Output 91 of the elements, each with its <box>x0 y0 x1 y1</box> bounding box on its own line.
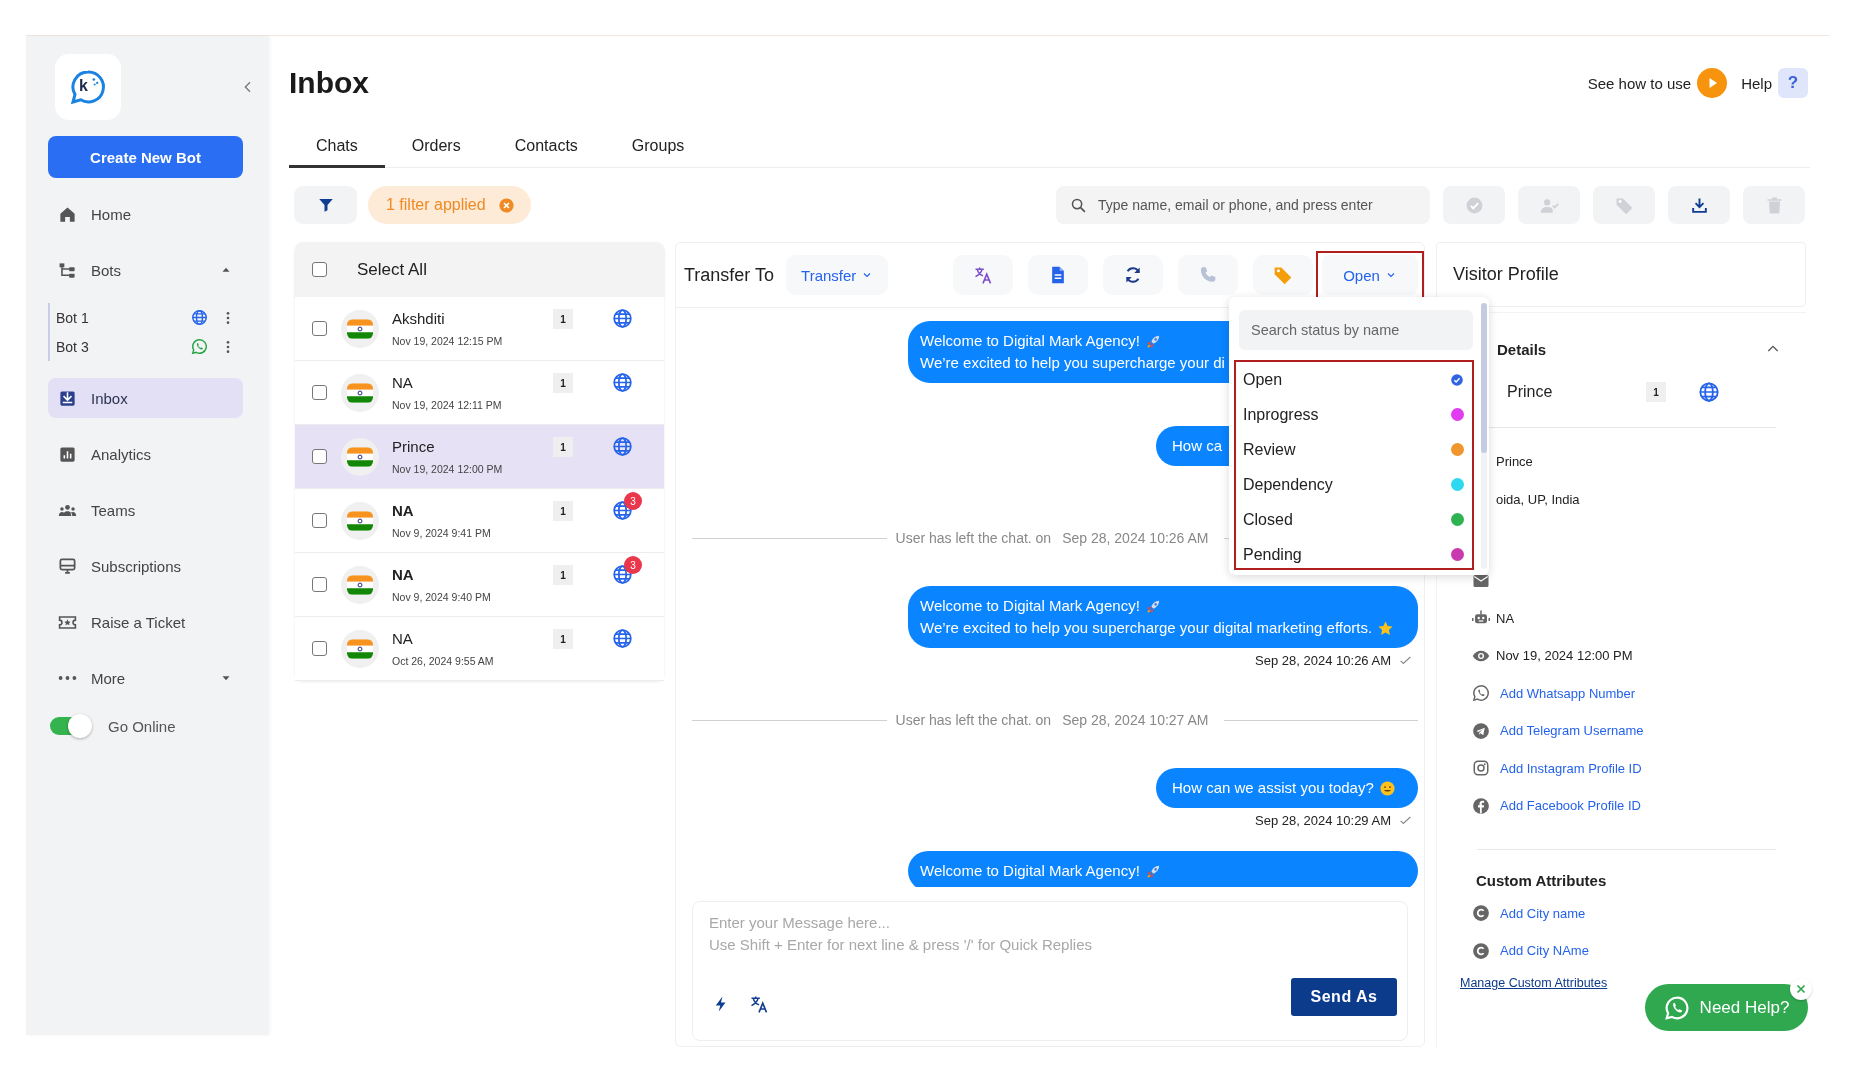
create-bot-button[interactable]: Create New Bot <box>48 136 243 178</box>
conversation-row[interactable]: NA Nov 9, 2024 9:41 PM 1 3 <box>295 489 664 553</box>
timestamp: Nov 9, 2024 9:41 PM <box>392 527 492 539</box>
nav-item[interactable]: Analytics <box>48 434 243 474</box>
message-text: How can we assist you today? <box>1172 778 1374 798</box>
count-badge: 1 <box>553 501 573 521</box>
conversation-row[interactable]: NA Nov 19, 2024 12:11 PM 1 <box>295 361 664 425</box>
count-badge: 1 <box>553 565 573 585</box>
nav-item[interactable]: Teams <box>48 490 243 530</box>
select-all-label: Select All <box>357 259 427 280</box>
composer-box[interactable]: Enter your Message here... Use Shift + Enter for next line & press '/' for Quick Replies Send As <box>692 901 1408 1041</box>
status-option[interactable]: Open <box>1243 362 1464 397</box>
profile-link[interactable]: Add Telegram Username <box>1500 723 1644 739</box>
unread-badge: 3 <box>624 556 642 574</box>
timestamp: Nov 19, 2024 12:15 PM <box>392 335 504 347</box>
event-text: User has left the chat. on <box>895 530 1052 546</box>
bot-name[interactable]: Bot 1 <box>56 309 191 326</box>
count-badge: 1 <box>553 373 573 393</box>
status-option[interactable]: Dependency <box>1243 467 1464 502</box>
message-text: Welcome to Digital Mark Agency! <box>920 596 1140 616</box>
conversation-row[interactable]: Akshditi Nov 19, 2024 12:15 PM 1 <box>295 297 664 361</box>
nav-item[interactable]: Raise a Ticket <box>48 602 243 642</box>
section-title: Custom Attributes <box>1476 871 1608 889</box>
contact-name: NA <box>392 374 414 391</box>
search-input[interactable]: Type name, email or phone, and press enter <box>1096 196 1416 214</box>
tab[interactable]: Contacts <box>487 126 605 168</box>
count-badge: 1 <box>1646 382 1666 402</box>
timestamp: Nov 19, 2024 12:11 PM <box>392 399 503 411</box>
nav-item[interactable]: More <box>48 658 243 698</box>
profile-link[interactable]: Add Instagram Profile ID <box>1500 760 1642 776</box>
status-dropdown[interactable]: Open <box>1322 255 1418 295</box>
contact-name: NA <box>392 566 415 583</box>
contact-name: NA <box>392 502 415 519</box>
timestamp: Nov 19, 2024 12:00 PM <box>392 463 504 475</box>
unread-badge: 3 <box>624 492 642 510</box>
count-badge: 1 <box>553 309 573 329</box>
field-value: oida, UP, India <box>1496 491 1580 507</box>
profile-link[interactable]: Add City NAme <box>1500 943 1589 959</box>
transfer-label: Transfer To <box>684 264 775 286</box>
message-text: How ca <box>1172 436 1223 456</box>
nav-item[interactable]: Subscriptions <box>48 546 243 586</box>
send-button[interactable]: Send As <box>1291 978 1397 1016</box>
search-field[interactable]: Type name, email or phone, and press enter <box>1056 186 1430 224</box>
status-option[interactable]: Closed <box>1243 502 1464 537</box>
profile-link[interactable]: Add City name <box>1500 905 1586 921</box>
status-option[interactable]: Review <box>1243 432 1464 467</box>
message-text: Welcome to Digital Mark Agency! <box>920 331 1140 351</box>
field-value: NA <box>1496 610 1515 626</box>
message-time: Sep 28, 2024 10:29 AM <box>1255 812 1391 828</box>
nav-item[interactable]: Home <box>48 194 243 234</box>
help-link[interactable]: Help ? <box>1741 68 1808 98</box>
panel-title: Visitor Profile <box>1453 264 1559 285</box>
contact-name: NA <box>392 630 414 647</box>
count-badge: 1 <box>553 629 573 649</box>
page-title: Inbox <box>289 66 369 100</box>
field-value: Nov 19, 2024 12:00 PM <box>1496 648 1633 664</box>
transfer-dropdown[interactable]: Transfer <box>786 255 889 295</box>
how-to-link[interactable]: See how to use <box>1587 68 1728 98</box>
section-title: Details <box>1497 340 1547 358</box>
conversation-row[interactable]: NA Nov 9, 2024 9:40 PM 1 3 <box>295 553 664 617</box>
message-field[interactable]: Enter your Message here... Use Shift + Enter for next line & press '/' for Quick Replies <box>709 912 1397 970</box>
conversation-row[interactable]: Prince Nov 19, 2024 12:00 PM 1 <box>295 425 664 489</box>
status-option[interactable]: Inprogress <box>1243 397 1464 432</box>
nav-item[interactable]: Inbox <box>48 378 243 418</box>
message-text: We’re excited to help you supercharge your digital marketing efforts. <box>920 618 1373 638</box>
message-time: Sep 28, 2024 10:26 AM <box>1255 652 1391 668</box>
contact-name: Akshditi <box>392 310 446 327</box>
visitor-name: Prince <box>1507 383 1554 401</box>
logo-letter: k <box>79 77 88 95</box>
event-time: Sep 28, 2024 10:26 AM <box>1062 530 1209 546</box>
message-text: Welcome to Digital Mark Agency! <box>920 861 1140 881</box>
event-time: Sep 28, 2024 10:27 AM <box>1062 712 1209 728</box>
profile-link[interactable]: Add Facebook Profile ID <box>1500 798 1641 814</box>
tab[interactable]: Orders <box>384 126 488 168</box>
timestamp: Nov 9, 2024 9:40 PM <box>392 591 492 603</box>
tab[interactable]: Chats <box>289 126 385 168</box>
toggle-label: Go Online <box>108 717 176 735</box>
nav-item[interactable]: Bots <box>48 250 243 290</box>
conversation-row[interactable]: NA Oct 26, 2024 9:55 AM 1 <box>295 617 664 681</box>
help-badge: ? <box>1778 68 1808 98</box>
count-badge: 1 <box>553 437 573 457</box>
tab[interactable]: Groups <box>604 126 712 168</box>
search-field[interactable]: Search status by name <box>1239 310 1473 350</box>
field-value: Prince <box>1496 454 1533 470</box>
bot-name[interactable]: Bot 3 <box>56 338 191 355</box>
message-text: We’re excited to help you supercharge your di <box>920 353 1225 373</box>
contact-name: Prince <box>392 438 436 455</box>
timestamp: Oct 26, 2024 9:55 AM <box>392 655 495 667</box>
status-option[interactable]: Pending <box>1243 537 1464 568</box>
profile-link[interactable]: Add Whatsapp Number <box>1500 685 1636 701</box>
event-text: User has left the chat. on <box>895 712 1052 728</box>
